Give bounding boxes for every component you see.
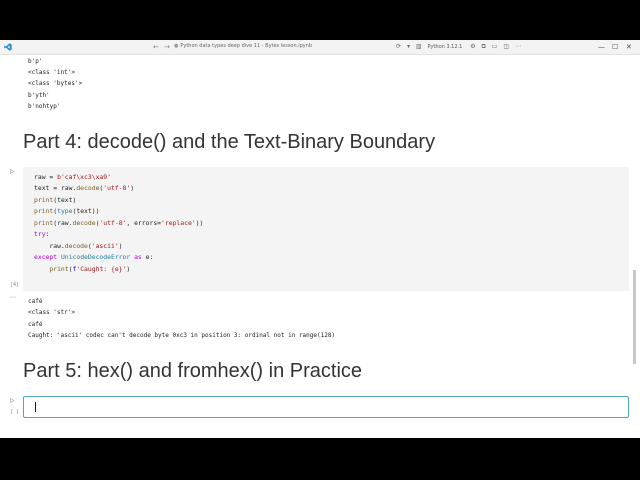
output-line: café (28, 321, 43, 328)
kernel-selector[interactable]: Python 3.12.1 (427, 42, 462, 52)
copy-icon[interactable]: ⧉ (482, 42, 486, 52)
maximize-icon[interactable]: ☐ (612, 42, 618, 52)
code-line: except UnicodeDecodeError as e: (34, 253, 154, 261)
window-title: Python data types deep dive 11 - Bytes l… (180, 43, 313, 49)
sync-icon[interactable]: ⟳ (396, 42, 401, 52)
layout-icon[interactable]: ▭ (492, 42, 498, 52)
output-line: b'p' (28, 58, 43, 65)
output-line: b'yth' (28, 92, 50, 99)
code-line: try: (34, 230, 50, 238)
output-line: b'nohtyp' (28, 103, 61, 110)
code-cell[interactable]: raw = b'caf\xc3\xa9' text = raw.decode('… (23, 167, 629, 291)
code-line: print(text) (34, 196, 77, 204)
command-center[interactable]: ● Python data types deep dive 11 - Bytes … (174, 42, 374, 51)
title-bar: ← → ● Python data types deep dive 11 - By… (0, 40, 640, 55)
output-line: <class 'str'> (28, 309, 75, 316)
close-icon[interactable]: ✕ (626, 42, 632, 52)
code-line: text = raw.decode('utf-8') (34, 184, 135, 192)
run-cell-icon[interactable]: ▷ (10, 397, 15, 404)
vscode-window: ← → ● Python data types deep dive 11 - By… (0, 40, 640, 438)
code-line: print(raw.decode('utf-8', errors='replac… (34, 219, 204, 227)
dropdown-icon[interactable]: ▾ (407, 42, 410, 52)
execution-count: [4] (10, 282, 20, 288)
output-line: <class 'int'> (28, 69, 75, 76)
more-icon[interactable]: ⋯ (515, 42, 521, 52)
output-line: Caught: 'ascii' codec can't decode byte … (28, 332, 336, 339)
run-cell-icon[interactable]: ▷ (10, 168, 15, 175)
output-line: <class 'bytes'> (28, 80, 83, 87)
vertical-scrollbar[interactable] (632, 75, 637, 438)
text-cursor (35, 402, 36, 412)
minimize-icon[interactable]: — (598, 42, 605, 52)
modified-dot-icon: ● (174, 43, 179, 49)
settings-icon[interactable]: ⚙ (470, 42, 475, 52)
empty-code-cell[interactable] (23, 396, 629, 418)
split-icon[interactable]: ◫ (503, 42, 509, 52)
code-line: raw.decode('ascii') (34, 242, 123, 250)
kernel-icon[interactable]: ▥ (416, 42, 422, 52)
code-line: print(f'Caught: {e}') (49, 265, 131, 273)
back-arrow-icon[interactable]: ← (153, 42, 159, 52)
forward-arrow-icon[interactable]: → (164, 42, 170, 52)
execution-count: [ ] (10, 409, 20, 415)
notebook-editor: b'p' <class 'int'> <class 'bytes'> b'yth… (0, 55, 640, 438)
output-line: café (28, 298, 43, 305)
scrollbar-thumb[interactable] (633, 270, 636, 364)
markdown-heading-part5: Part 5: hex() and fromhex() in Practice (23, 360, 363, 382)
vscode-logo-icon (4, 43, 12, 51)
notebook-toolbar: ⟳ ▾ ▥ Python 3.12.1 ⚙ ⧉ ▭ ◫ ⋯ (396, 42, 525, 52)
code-line: raw = b'caf\xc3\xa9' (34, 173, 111, 181)
code-line: print(type(text)) (34, 207, 100, 215)
output-menu-icon[interactable]: ⋯ (10, 294, 16, 301)
markdown-heading-part4: Part 4: decode() and the Text-Binary Bou… (23, 131, 436, 153)
